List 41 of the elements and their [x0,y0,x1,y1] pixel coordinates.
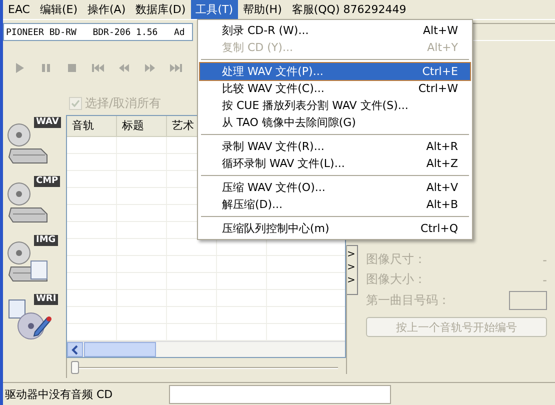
menu-item[interactable]: 压缩 WAV 文件(O)... Alt+V [200,179,470,196]
field-label: 图像大小： [366,271,426,288]
checkbox-label: 选择/取消所有 [85,94,162,112]
stop-icon[interactable] [65,62,79,74]
drive-label: WRI [34,294,58,305]
menu-item[interactable]: EAC [3,0,35,19]
drive-label: CMP [34,176,60,187]
fast-forward-icon[interactable] [143,62,157,74]
menu-item[interactable]: 帮助(H) [238,0,287,19]
skip-forward-icon[interactable] [169,62,183,74]
drive-label: WAV [34,117,61,128]
menu-item[interactable]: 刻录 CD-R (W)... Alt+W [200,22,470,39]
field-value: - [542,272,547,286]
field-value: - [542,252,547,266]
drive-select[interactable]: PIONEER BD-RW BDR-206 1.56 Ad [3,22,193,40]
menu-item[interactable]: 比较 WAV 文件(C)... Ctrl+W [200,80,470,97]
menu-item[interactable]: 处理 WAV 文件(P)... Ctrl+E [200,63,470,80]
input-field[interactable] [509,291,547,310]
skip-back-icon[interactable] [91,62,105,74]
menu-item[interactable]: 操作(A) [82,0,131,19]
pause-icon[interactable] [39,62,53,74]
horizontal-scrollbar[interactable] [67,341,345,357]
menu-item[interactable]: 按 CUE 播放列表分割 WAV 文件(S)... [200,97,470,114]
menu-item[interactable]: 编辑(E) [34,0,83,19]
field-label: 第一曲目号码： [366,292,450,309]
field-label: 图像尺寸： [366,251,426,268]
menu-item[interactable]: 循环录制 WAV 文件(L)... Alt+Z [200,155,470,172]
column-header[interactable]: 音轨 [67,116,117,136]
drive-label: IMG [34,235,58,246]
status-text: 驱动器中没有音频 CD [4,386,114,402]
side-tab[interactable]: > > > [347,245,358,295]
column-header[interactable]: 标题 [117,116,167,136]
menu-item[interactable]: 录制 WAV 文件(R)... Alt+R [200,138,470,155]
scroll-left-icon[interactable] [71,344,79,354]
menu-item[interactable]: 工具(T) [190,0,238,19]
rewind-icon[interactable] [117,62,131,74]
menu-item[interactable]: 解压缩(D)... Alt+B [200,196,470,213]
menu-item[interactable]: 压缩队列控制中心(m) Ctrl+Q [200,220,470,237]
slider-thumb[interactable] [71,361,79,374]
menu-item[interactable]: 数据库(D) [130,0,191,19]
menu-item[interactable]: 客服(QQ) 876292449 [286,0,412,19]
